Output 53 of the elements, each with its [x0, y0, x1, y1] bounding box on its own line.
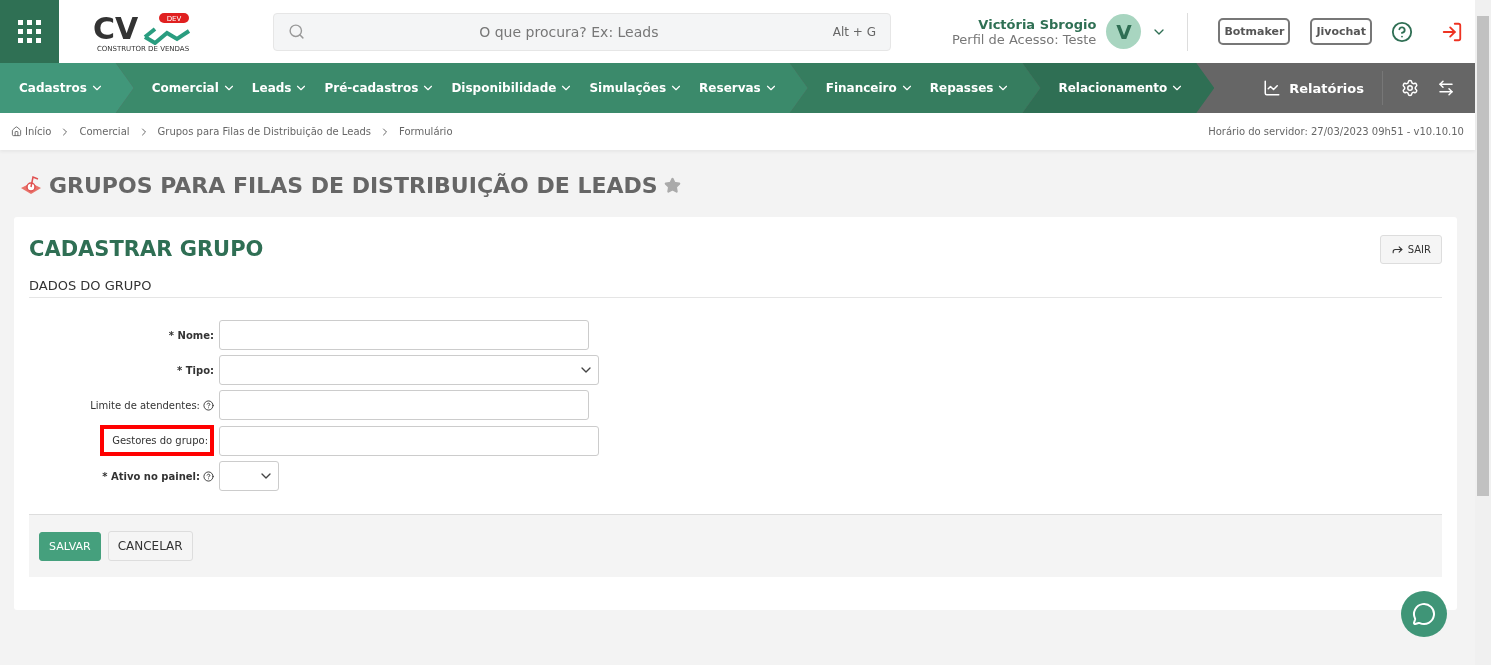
- cancel-button[interactable]: CANCELAR: [107, 531, 193, 561]
- user-name: Victória Sbrogio: [978, 16, 1097, 32]
- text-input[interactable]: [219, 320, 589, 350]
- nav-menu-item[interactable]: Relacionamento: [1058, 81, 1185, 95]
- nav-menu-item[interactable]: Leads: [251, 81, 309, 95]
- field-label: Gestores do grupo:: [100, 425, 214, 456]
- settings-icon[interactable]: [1401, 79, 1419, 97]
- logout-icon[interactable]: [1441, 20, 1463, 43]
- nav-menu-item[interactable]: Reservas: [699, 81, 778, 95]
- server-time: Horário do servidor: 27/03/2023 09h51 - v10.10.10: [1208, 126, 1464, 137]
- swap-icon[interactable]: [1437, 79, 1455, 97]
- page-title: GRUPOS PARA FILAS DE DISTRIBUIÇÃO DE LEADS: [49, 172, 658, 198]
- section-heading: DADOS DO GRUPO: [29, 278, 1442, 298]
- favorite-star-icon[interactable]: [663, 176, 681, 194]
- help-icon[interactable]: [203, 399, 214, 411]
- multi-select-input[interactable]: [219, 425, 599, 456]
- user-avatar[interactable]: V: [1106, 14, 1142, 49]
- apps-menu-button[interactable]: [0, 0, 59, 63]
- help-icon[interactable]: [203, 470, 214, 482]
- breadcrumb-link[interactable]: Comercial: [79, 126, 130, 137]
- chat-button[interactable]: [1401, 591, 1447, 637]
- save-button[interactable]: SALVAR: [39, 531, 101, 561]
- nav-menu-item[interactable]: Repasses: [929, 81, 1011, 95]
- nav-menu-item[interactable]: Cadastros: [19, 81, 104, 95]
- forward-arrow-icon: [1390, 243, 1404, 256]
- field-label: * Nome:: [168, 329, 214, 341]
- help-icon[interactable]: [1391, 20, 1413, 43]
- breadcrumb-link[interactable]: Início: [11, 126, 52, 137]
- line-chart-icon: [1263, 79, 1282, 97]
- form-title: CADASTRAR GRUPO: [29, 237, 264, 261]
- breadcrumb-link[interactable]: Grupos para Filas de Distribuição de Leads: [157, 126, 372, 137]
- search-field[interactable]: O que procura? Ex: Leads Alt + G: [273, 12, 891, 51]
- nav-menu-item[interactable]: Comercial: [151, 81, 236, 95]
- search-input[interactable]: O que procura? Ex: Leads: [305, 22, 833, 41]
- nav-menu-item[interactable]: Disponibilidade: [451, 81, 574, 95]
- target-icon: [19, 174, 43, 196]
- exit-button[interactable]: SAIR: [1379, 235, 1442, 264]
- breadcrumb-link[interactable]: Formulário: [399, 126, 453, 137]
- reports-link[interactable]: Relatórios: [1245, 71, 1383, 105]
- integration-button[interactable]: Jivochat: [1310, 18, 1372, 45]
- integration-button[interactable]: Botmaker: [1218, 18, 1291, 45]
- nav-menu-item[interactable]: Pré-cadastros: [324, 81, 436, 95]
- user-profile: Perfil de Acesso: Teste: [951, 31, 1097, 47]
- text-input[interactable]: [219, 390, 589, 420]
- field-label: * Tipo:: [177, 364, 214, 376]
- shortcut-hint: Alt + G: [832, 24, 876, 39]
- field-label: * Ativo no painel:: [102, 470, 214, 482]
- field-label: Limite de atendentes:: [90, 399, 214, 411]
- nav-menu-item[interactable]: Simulações: [589, 81, 684, 95]
- home-icon: [11, 126, 22, 137]
- nav-menu-item[interactable]: Financeiro: [825, 81, 914, 95]
- search-icon: [288, 23, 305, 40]
- chat-bubble-icon: [1412, 602, 1436, 626]
